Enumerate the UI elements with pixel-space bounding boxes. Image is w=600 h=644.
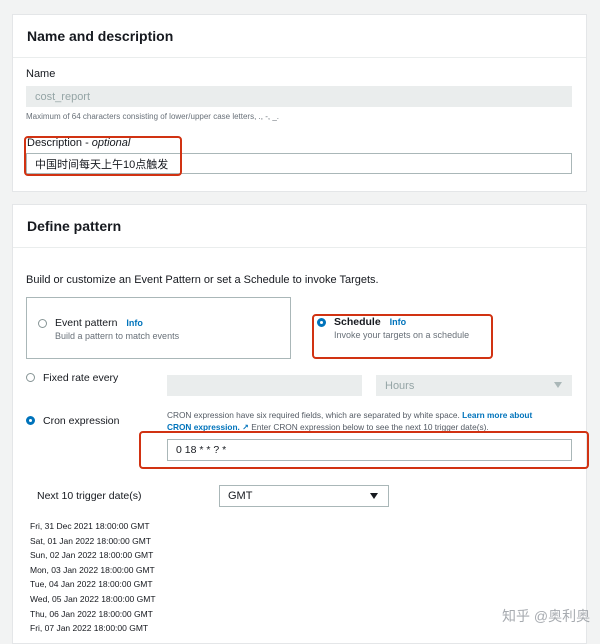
trigger-date-item: Fri, 07 Jan 2022 18:00:00 GMT [30,623,149,634]
description-highlight [24,136,182,176]
event-pattern-desc: Build a pattern to match events [55,331,180,341]
event-pattern-title: Event pattern [55,317,118,329]
fixed-rate-unit-select[interactable]: Hours [376,375,572,396]
name-hint: Maximum of 64 characters consisting of l… [26,112,279,121]
learn-more-link[interactable]: Learn more about [462,410,532,420]
trigger-date-item: Wed, 05 Jan 2022 18:00:00 GMT [30,594,156,604]
trigger-date-item: Tue, 04 Jan 2022 18:00:00 GMT [30,579,153,590]
trigger-date-item: Thu, 06 Jan 2022 18:00:00 GMT [30,608,153,619]
schedule-highlight [312,314,493,359]
chevron-down-icon [554,382,562,388]
name-input[interactable]: cost_report [26,86,572,107]
watermark: 知乎 @奥利奥 [502,608,591,624]
event-pattern-title-row: Event pattern Info [55,317,143,329]
pattern-intro: Build or customize an Event Pattern or s… [26,274,379,286]
cron-radio[interactable] [26,416,35,425]
panel-title: Name and description [27,28,174,44]
fixed-rate-unit: Hours [385,379,415,392]
name-label: Name [26,68,56,80]
event-pattern-info-link[interactable]: Info [126,318,143,328]
trigger-date-item: Fri, 31 Dec 2021 18:00:00 GMT [30,521,150,531]
trigger-date-item: Sat, 01 Jan 2022 18:00:00 GMT [30,535,151,546]
panel-header: Define pattern [13,205,586,248]
fixed-rate-radio[interactable] [26,373,35,382]
timezone-select[interactable]: GMT [219,485,389,507]
fixed-rate-label: Fixed rate every [43,372,119,384]
fixed-rate-input[interactable] [167,375,362,396]
panel-header: Name and description [13,15,586,58]
next-triggers-label: Next 10 trigger date(s) [37,490,142,502]
trigger-date-item: Sun, 02 Jan 2022 18:00:00 GMT [30,550,154,561]
cron-help-text: CRON expression have six required fields… [167,410,460,420]
chevron-down-icon [370,493,378,499]
panel-title: Define pattern [27,218,122,234]
event-pattern-radio[interactable] [38,319,47,328]
timezone-value: GMT [228,490,253,502]
trigger-date-item: Mon, 03 Jan 2022 18:00:00 GMT [30,564,155,575]
cron-label: Cron expression [43,415,120,427]
cron-highlight [139,431,589,469]
